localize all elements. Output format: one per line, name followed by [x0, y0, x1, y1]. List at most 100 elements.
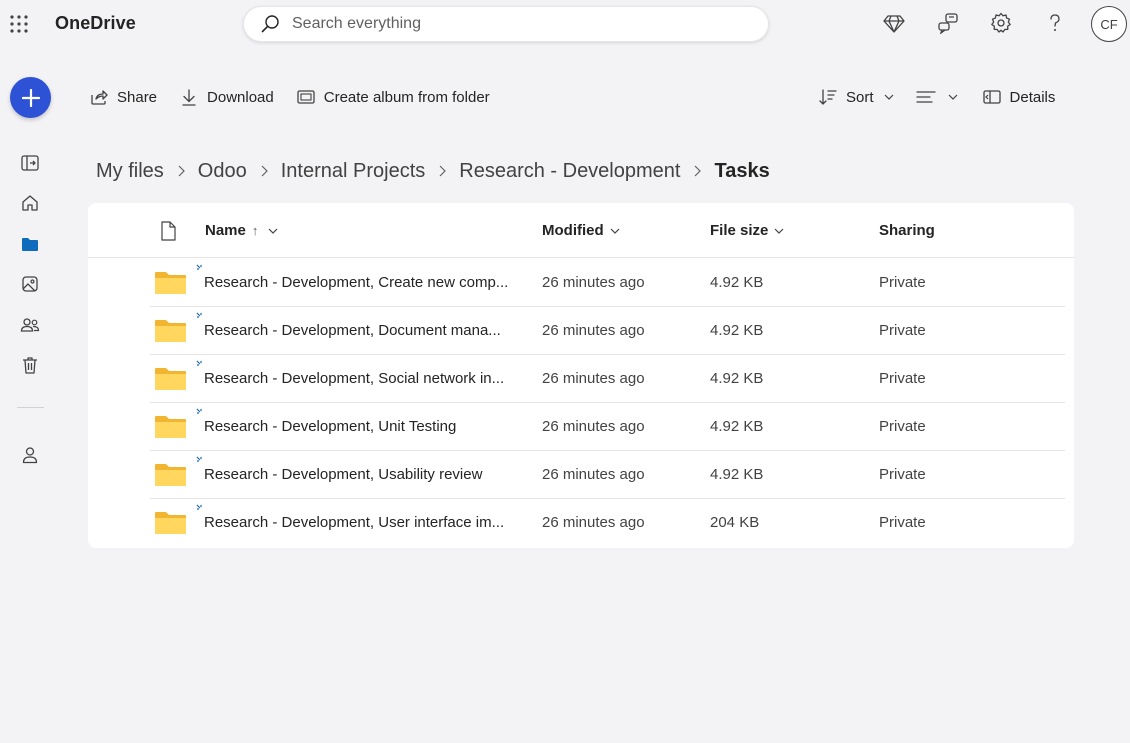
column-name-label: Name: [205, 222, 246, 239]
share-button[interactable]: Share: [89, 87, 157, 107]
chevron-right-icon: [695, 165, 702, 177]
app-title[interactable]: OneDrive: [55, 13, 136, 34]
table-row[interactable]: Research - Development, Social network i…: [150, 355, 1065, 403]
sort-ascending-icon: ↑: [251, 223, 259, 238]
table-row[interactable]: Research - Development, Document mana...…: [150, 307, 1065, 355]
album-icon: [297, 90, 315, 104]
new-item-icon: [196, 312, 202, 318]
home-icon[interactable]: [20, 193, 40, 213]
column-header-sharing[interactable]: Sharing: [879, 222, 935, 239]
help-icon[interactable]: [1044, 12, 1066, 34]
breadcrumb-internal-projects[interactable]: Internal Projects: [281, 160, 426, 183]
sort-label: Sort: [846, 88, 874, 106]
new-item-icon: [196, 408, 202, 414]
file-size: 204 KB: [710, 514, 760, 531]
file-size: 4.92 KB: [710, 466, 764, 483]
file-modified: 26 minutes ago: [542, 466, 645, 483]
folder-icon: [155, 416, 186, 438]
diamond-icon[interactable]: [883, 12, 905, 34]
column-size-label: File size: [710, 222, 769, 239]
view-options-button[interactable]: [915, 87, 958, 107]
photos-icon[interactable]: [20, 274, 40, 294]
chevron-down-icon: [268, 228, 278, 234]
search-input[interactable]: [292, 15, 732, 33]
rail-divider: [17, 407, 44, 408]
chevron-right-icon: [439, 165, 447, 177]
download-button[interactable]: Download: [179, 87, 274, 107]
plus-icon: [21, 88, 40, 107]
file-name[interactable]: Research - Development, User interface i…: [204, 514, 524, 531]
search-icon: [261, 15, 279, 33]
sidebar-toggle-icon[interactable]: [20, 153, 40, 173]
file-sharing: Private: [879, 418, 926, 435]
breadcrumb: My files Odoo Internal Projects Research…: [96, 158, 770, 184]
file-name[interactable]: Research - Development, Social network i…: [204, 370, 524, 387]
file-list-header: Name ↑ Modified File size Sharing: [88, 203, 1074, 258]
breadcrumb-tasks: Tasks: [714, 159, 770, 182]
details-button[interactable]: Details: [982, 87, 1056, 107]
new-button[interactable]: [10, 77, 51, 118]
file-name[interactable]: Research - Development, Create new comp.…: [204, 274, 524, 291]
column-modified-label: Modified: [542, 222, 604, 239]
table-row[interactable]: Research - Development, Create new comp.…: [150, 259, 1065, 307]
sort-button[interactable]: Sort: [818, 87, 894, 107]
folder-icon: [155, 512, 186, 534]
new-item-icon: [196, 456, 202, 462]
download-icon: [182, 89, 196, 106]
chevron-right-icon: [178, 165, 185, 177]
table-row[interactable]: Research - Development, User interface i…: [150, 499, 1065, 547]
file-sharing: Private: [879, 274, 926, 291]
folder-icon: [155, 272, 186, 294]
file-modified: 26 minutes ago: [542, 418, 645, 435]
table-row[interactable]: Research - Development, Unit Testing 26 …: [150, 403, 1065, 451]
person-icon[interactable]: [20, 445, 40, 465]
command-bar-right: Sort Details: [818, 86, 1055, 108]
column-header-file-size[interactable]: File size: [710, 222, 784, 239]
column-sharing-label: Sharing: [879, 222, 935, 239]
file-sharing: Private: [879, 370, 926, 387]
view-list-icon: [915, 91, 936, 103]
recycle-bin-icon[interactable]: [20, 355, 40, 375]
file-name[interactable]: Research - Development, Usability review: [204, 466, 524, 483]
file-name[interactable]: Research - Development, Document mana...: [204, 322, 524, 339]
sort-icon: [819, 89, 837, 105]
file-sharing: Private: [879, 322, 926, 339]
avatar[interactable]: CF: [1091, 6, 1127, 42]
file-modified: 26 minutes ago: [542, 370, 645, 387]
share-label: Share: [117, 88, 158, 106]
breadcrumb-my-files[interactable]: My files: [96, 160, 164, 183]
new-item-icon: [196, 360, 202, 366]
details-label: Details: [1009, 88, 1056, 106]
folder-icon: [155, 464, 186, 486]
breadcrumb-research-development[interactable]: Research - Development: [459, 160, 680, 183]
column-header-modified[interactable]: Modified: [542, 222, 620, 239]
share-icon: [91, 90, 108, 105]
command-bar: Share Download Create album from folder: [89, 86, 490, 108]
folder-icon: [155, 320, 186, 342]
chat-feedback-icon[interactable]: [937, 12, 959, 34]
create-album-label: Create album from folder: [323, 88, 490, 106]
table-row[interactable]: Research - Development, Usability review…: [150, 451, 1065, 499]
file-type-icon[interactable]: [160, 221, 176, 241]
top-bar: OneDrive CF: [0, 0, 1130, 48]
file-modified: 26 minutes ago: [542, 322, 645, 339]
create-album-button[interactable]: Create album from folder: [296, 87, 490, 107]
file-modified: 26 minutes ago: [542, 274, 645, 291]
file-size: 4.92 KB: [710, 274, 764, 291]
gear-icon[interactable]: [990, 12, 1012, 34]
file-sharing: Private: [879, 514, 926, 531]
file-list: Name ↑ Modified File size Sharing Resear…: [88, 203, 1074, 548]
chevron-down-icon: [948, 94, 957, 100]
file-name[interactable]: Research - Development, Unit Testing: [204, 418, 524, 435]
folder-icon[interactable]: [20, 234, 40, 254]
new-item-icon: [196, 504, 202, 510]
file-size: 4.92 KB: [710, 418, 764, 435]
file-sharing: Private: [879, 466, 926, 483]
chevron-down-icon: [884, 94, 893, 100]
waffle-icon[interactable]: [9, 14, 29, 34]
search-box[interactable]: [243, 6, 769, 42]
people-icon[interactable]: [20, 315, 40, 335]
download-label: Download: [207, 88, 274, 106]
column-header-name[interactable]: Name ↑: [205, 222, 278, 239]
breadcrumb-odoo[interactable]: Odoo: [198, 160, 247, 183]
